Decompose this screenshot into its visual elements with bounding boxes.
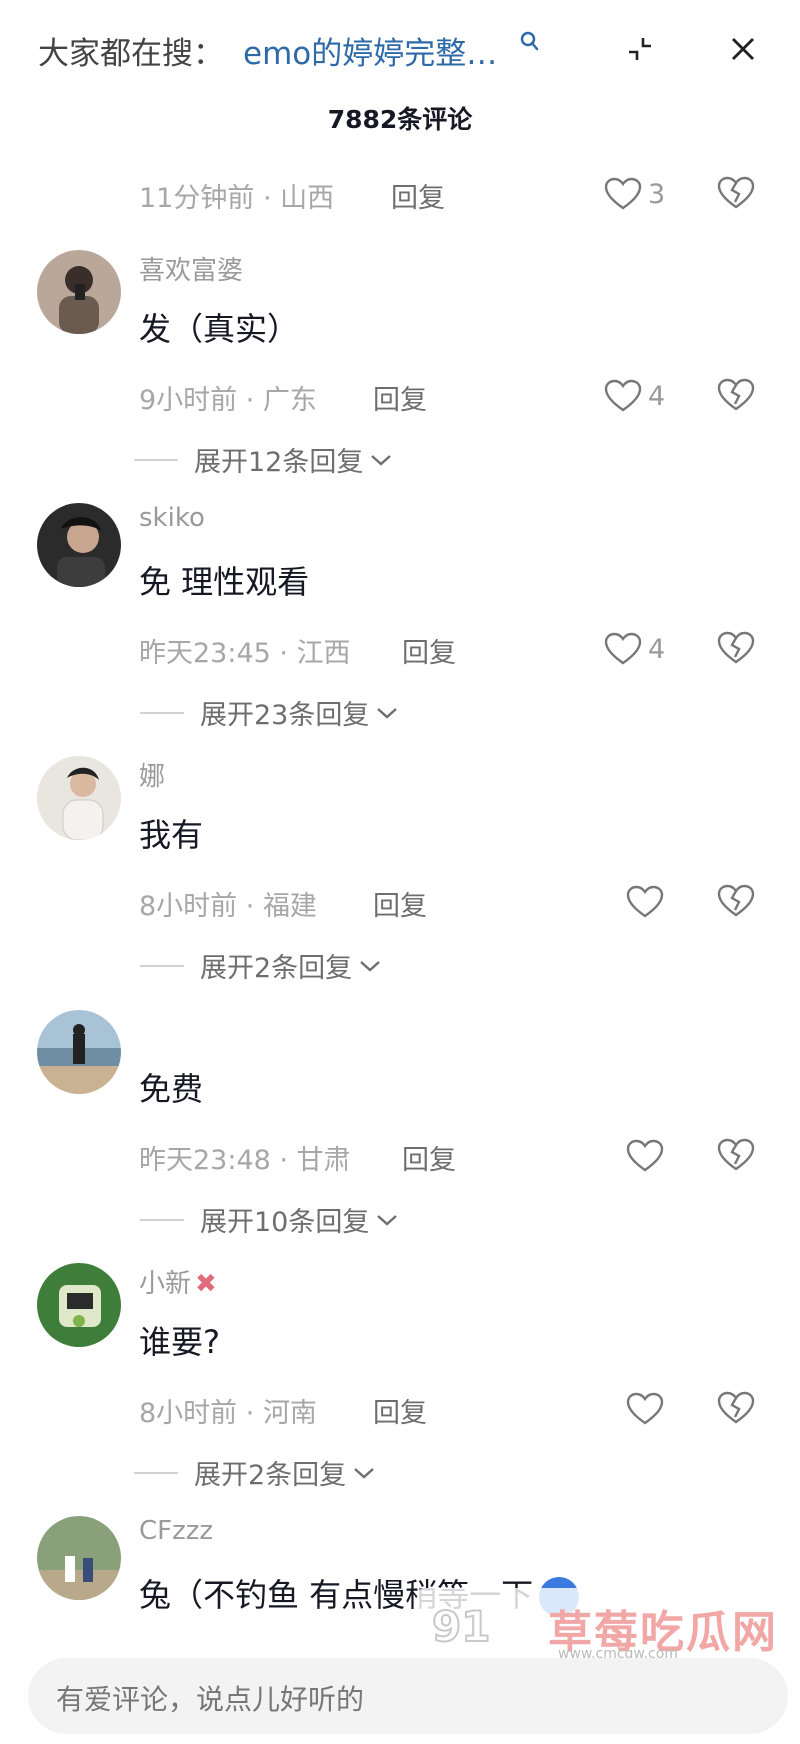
expand-replies-label: 展开2条回复 — [200, 953, 353, 984]
expand-replies[interactable]: 展开12条回复 — [134, 440, 393, 479]
comment-input-placeholder: 有爱评论，说点儿好听的 — [56, 1683, 365, 1716]
divider — [134, 1471, 178, 1474]
expand-replies-label: 展开10条回复 — [200, 1207, 370, 1238]
username[interactable]: 小新 ✖ — [139, 1263, 217, 1300]
search-icon[interactable] — [519, 30, 539, 52]
comment-text: 免 理性观看 — [139, 563, 310, 601]
heart-icon — [604, 177, 642, 210]
avatar[interactable] — [37, 1516, 121, 1600]
broken-heart-icon[interactable] — [717, 176, 755, 210]
like-count: 3 — [648, 178, 666, 210]
expand-replies[interactable]: 展开23条回复 — [140, 693, 399, 732]
expand-replies[interactable]: 展开10条回复 — [140, 1200, 399, 1239]
like-button[interactable] — [626, 1138, 664, 1174]
comment-input[interactable]: 有爱评论，说点儿好听的 — [28, 1658, 788, 1734]
avatar[interactable] — [37, 503, 121, 587]
username[interactable]: CFzzz — [139, 1516, 213, 1546]
reply-button[interactable]: 回复 — [373, 378, 427, 417]
like-count: 4 — [648, 633, 666, 665]
chevron-down-icon — [360, 960, 380, 972]
reply-button[interactable]: 回复 — [373, 1391, 427, 1430]
like-button[interactable]: 4 — [604, 378, 665, 414]
collapse-icon[interactable] — [625, 34, 655, 64]
comment-meta: 昨天23:45 · 江西 — [139, 638, 351, 669]
like-button[interactable]: 3 — [604, 176, 665, 212]
comment-meta: 8小时前 · 河南 — [139, 1398, 317, 1429]
divider — [140, 711, 184, 714]
divider — [134, 458, 178, 461]
divider — [140, 1218, 184, 1221]
expand-replies-label: 展开23条回复 — [200, 700, 370, 731]
expand-replies[interactable]: 展开2条回复 — [134, 1453, 376, 1492]
x-badge-icon: ✖ — [195, 1269, 217, 1299]
expand-replies-label: 展开2条回复 — [194, 1460, 347, 1491]
comment-count-title: 7882条评论 — [327, 105, 473, 134]
chevron-down-icon — [377, 707, 398, 719]
like-button[interactable]: 4 — [604, 631, 665, 667]
username[interactable]: 娜 — [139, 756, 165, 793]
heart-icon — [626, 885, 664, 918]
chevron-down-icon — [354, 1467, 374, 1479]
avatar[interactable] — [37, 250, 121, 334]
reply-button[interactable]: 回复 — [402, 631, 456, 670]
reply-button[interactable]: 回复 — [373, 884, 427, 923]
comment-meta: 9小时前 · 广东 — [139, 385, 317, 416]
reply-button[interactable]: 回复 — [402, 1138, 456, 1177]
broken-heart-icon[interactable] — [717, 1391, 755, 1425]
broken-heart-icon[interactable] — [717, 631, 755, 665]
top-bar: 大家都在搜： emo的婷婷完整… 7882条评论 — [0, 0, 800, 134]
heart-icon — [626, 1392, 664, 1425]
broken-heart-icon[interactable] — [717, 884, 755, 918]
heart-icon — [626, 1139, 664, 1172]
chevron-down-icon — [377, 1214, 398, 1226]
divider — [140, 964, 184, 967]
comment-meta: 11分钟前 · 山西 — [139, 183, 335, 214]
username[interactable]: skiko — [139, 503, 205, 533]
like-count: 4 — [648, 380, 666, 412]
broken-heart-icon[interactable] — [717, 378, 755, 412]
like-button[interactable] — [626, 1391, 664, 1427]
heart-icon — [604, 632, 642, 665]
comment-text: 免费 — [139, 1070, 204, 1108]
search-suggestion-prefix: 大家都在搜： — [38, 36, 224, 72]
close-icon[interactable] — [730, 36, 756, 62]
like-button[interactable] — [626, 884, 664, 920]
avatar[interactable] — [37, 756, 121, 840]
comment-text: 我有 — [139, 816, 204, 854]
reply-button[interactable]: 回复 — [391, 176, 445, 215]
comment-text: 发（真实） — [139, 310, 300, 348]
comment-meta: 昨天23:48 · 甘肃 — [139, 1145, 351, 1176]
avatar[interactable] — [37, 1010, 121, 1094]
avatar[interactable] — [37, 1263, 121, 1347]
watermark-logo: 91 — [431, 1601, 491, 1652]
comment-meta: 8小时前 · 福建 — [139, 891, 317, 922]
comment-text: 谁要? — [139, 1323, 220, 1361]
expand-replies-label: 展开12条回复 — [194, 447, 364, 478]
search-suggestion-term[interactable]: emo的婷婷完整… — [243, 28, 497, 73]
username[interactable]: 喜欢富婆 — [139, 250, 243, 287]
heart-icon — [604, 379, 642, 412]
chevron-down-icon — [371, 454, 392, 466]
broken-heart-icon[interactable] — [717, 1138, 755, 1172]
expand-replies[interactable]: 展开2条回复 — [140, 946, 382, 985]
